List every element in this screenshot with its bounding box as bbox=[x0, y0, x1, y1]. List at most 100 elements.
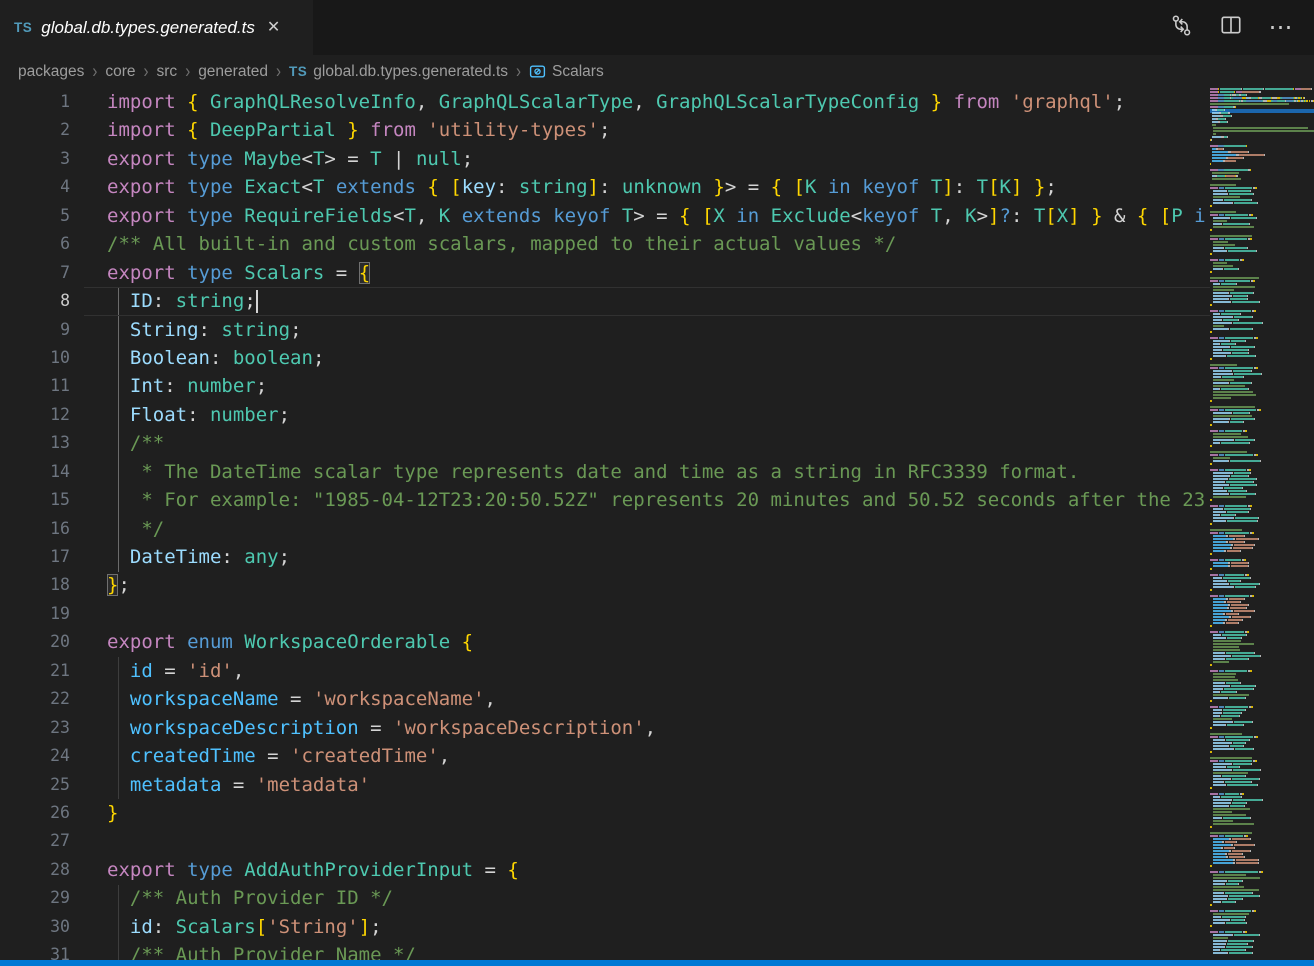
open-changes-button[interactable] bbox=[1168, 15, 1194, 41]
breadcrumb-item-core[interactable]: core bbox=[105, 63, 135, 81]
split-editor-button[interactable] bbox=[1218, 15, 1244, 41]
code-line[interactable]: 17 DateTime: any; bbox=[0, 543, 1210, 571]
code-text: id = 'id', bbox=[70, 657, 244, 685]
line-number: 8 bbox=[0, 287, 70, 315]
code-line[interactable]: 25 metadata = 'metadata' bbox=[0, 771, 1210, 799]
code-line[interactable]: 20export enum WorkspaceOrderable { bbox=[0, 628, 1210, 656]
code-text: /** bbox=[70, 429, 164, 457]
code-text: Float: number; bbox=[70, 401, 290, 429]
code-text: export type Maybe<T> = T | null; bbox=[70, 145, 473, 173]
tab-global-db-types-generated[interactable]: TS global.db.types.generated.ts ✕ bbox=[0, 0, 313, 55]
line-number: 21 bbox=[0, 657, 70, 685]
tab-bar: TS global.db.types.generated.ts ✕ bbox=[0, 0, 1314, 55]
code-text: */ bbox=[70, 515, 164, 543]
breadcrumb-item-global-db-types-generated-ts[interactable]: TSglobal.db.types.generated.ts bbox=[289, 63, 508, 81]
code-line[interactable]: 19 bbox=[0, 600, 1210, 628]
code-line[interactable]: 10 Boolean: boolean; bbox=[0, 344, 1210, 372]
code-line[interactable]: 8 ID: string; bbox=[0, 287, 1210, 315]
code-line[interactable]: 31 /** Auth Provider Name */ bbox=[0, 941, 1210, 960]
breadcrumb-label: packages bbox=[18, 63, 84, 81]
code-line[interactable]: 18}; bbox=[0, 571, 1210, 599]
code-line[interactable]: 30 id: Scalars['String']; bbox=[0, 913, 1210, 941]
code-line[interactable]: 29 /** Auth Provider ID */ bbox=[0, 884, 1210, 912]
minimap[interactable] bbox=[1210, 88, 1314, 960]
code-text: /** Auth Provider Name */ bbox=[70, 941, 416, 960]
breadcrumb-item-src[interactable]: src bbox=[157, 63, 178, 81]
vscode-window: { "tabbar": { "tabs": [ { "icon": "TS", … bbox=[0, 0, 1314, 966]
code-text: ID: string; bbox=[70, 287, 256, 315]
code-text: metadata = 'metadata' bbox=[70, 771, 370, 799]
breadcrumb-label: Scalars bbox=[552, 63, 604, 81]
chevron-right-icon: › bbox=[144, 60, 149, 82]
line-number: 17 bbox=[0, 543, 70, 571]
line-number: 1 bbox=[0, 88, 70, 116]
open-changes-icon bbox=[1169, 13, 1194, 43]
tab-title: global.db.types.generated.ts bbox=[41, 18, 255, 38]
code-text: workspaceName = 'workspaceName', bbox=[70, 685, 496, 713]
line-number: 16 bbox=[0, 515, 70, 543]
line-number: 30 bbox=[0, 913, 70, 941]
line-number: 24 bbox=[0, 742, 70, 770]
breadcrumb-label: src bbox=[157, 63, 178, 81]
code-text: export type RequireFields<T, K extends k… bbox=[70, 202, 1206, 230]
breadcrumb-item-scalars[interactable]: Scalars bbox=[529, 63, 604, 81]
chevron-right-icon: › bbox=[92, 60, 97, 82]
code-line[interactable]: 4export type Exact<T extends { [key: str… bbox=[0, 173, 1210, 201]
code-line[interactable]: 3export type Maybe<T> = T | null; bbox=[0, 145, 1210, 173]
code-text: createdTime = 'createdTime', bbox=[70, 742, 450, 770]
breadcrumb-label: core bbox=[105, 63, 135, 81]
statusbar-strip bbox=[0, 960, 1314, 966]
code-line[interactable]: 13 /** bbox=[0, 429, 1210, 457]
code-line[interactable]: 12 Float: number; bbox=[0, 401, 1210, 429]
code-text: export type Exact<T extends { [key: stri… bbox=[70, 173, 1057, 201]
more-actions-button[interactable]: ⋯ bbox=[1268, 15, 1294, 41]
code-line[interactable]: 24 createdTime = 'createdTime', bbox=[0, 742, 1210, 770]
line-number: 10 bbox=[0, 344, 70, 372]
line-number: 9 bbox=[0, 316, 70, 344]
line-number: 20 bbox=[0, 628, 70, 656]
code-line[interactable]: 1import { GraphQLResolveInfo, GraphQLSca… bbox=[0, 88, 1210, 116]
code-line[interactable]: 28export type AddAuthProviderInput = { bbox=[0, 856, 1210, 884]
line-number: 27 bbox=[0, 827, 70, 855]
code-line[interactable]: 14 * The DateTime scalar type represents… bbox=[0, 458, 1210, 486]
code-line[interactable]: 6/** All built-in and custom scalars, ma… bbox=[0, 230, 1210, 258]
line-number: 3 bbox=[0, 145, 70, 173]
breadcrumb-item-generated[interactable]: generated bbox=[198, 63, 268, 81]
line-number: 23 bbox=[0, 714, 70, 742]
code-text: /** All built-in and custom scalars, map… bbox=[70, 230, 896, 258]
breadcrumb-item-packages[interactable]: packages bbox=[18, 63, 84, 81]
line-number: 7 bbox=[0, 259, 70, 287]
code-line[interactable]: 15 * For example: "1985-04-12T23:20:50.5… bbox=[0, 486, 1210, 514]
code-text: export type Scalars = { bbox=[70, 259, 370, 287]
code-text: import { GraphQLResolveInfo, GraphQLScal… bbox=[70, 88, 1125, 116]
code-line[interactable]: 9 String: string; bbox=[0, 316, 1210, 344]
code-editor[interactable]: 1import { GraphQLResolveInfo, GraphQLSca… bbox=[0, 88, 1210, 960]
code-line[interactable]: 23 workspaceDescription = 'workspaceDesc… bbox=[0, 714, 1210, 742]
line-number: 15 bbox=[0, 486, 70, 514]
code-text: workspaceDescription = 'workspaceDescrip… bbox=[70, 714, 656, 742]
typescript-file-icon: TS bbox=[14, 20, 32, 35]
line-number: 22 bbox=[0, 685, 70, 713]
line-number: 28 bbox=[0, 856, 70, 884]
code-line[interactable]: 26} bbox=[0, 799, 1210, 827]
code-text: * For example: "1985-04-12T23:20:50.52Z"… bbox=[70, 486, 1205, 514]
line-number: 26 bbox=[0, 799, 70, 827]
code-line[interactable]: 22 workspaceName = 'workspaceName', bbox=[0, 685, 1210, 713]
code-line[interactable]: 2import { DeepPartial } from 'utility-ty… bbox=[0, 116, 1210, 144]
line-number: 25 bbox=[0, 771, 70, 799]
line-number: 13 bbox=[0, 429, 70, 457]
line-number: 31 bbox=[0, 941, 70, 960]
chevron-right-icon: › bbox=[516, 60, 521, 82]
editor-actions: ⋯ bbox=[1168, 0, 1314, 55]
code-line[interactable]: 27 bbox=[0, 827, 1210, 855]
code-line[interactable]: 16 */ bbox=[0, 515, 1210, 543]
code-line[interactable]: 7export type Scalars = { bbox=[0, 259, 1210, 287]
code-line[interactable]: 21 id = 'id', bbox=[0, 657, 1210, 685]
close-icon[interactable]: ✕ bbox=[267, 20, 280, 36]
line-number: 18 bbox=[0, 571, 70, 599]
line-number: 19 bbox=[0, 600, 70, 628]
code-text: DateTime: any; bbox=[70, 543, 290, 571]
code-line[interactable]: 5export type RequireFields<T, K extends … bbox=[0, 202, 1210, 230]
code-line[interactable]: 11 Int: number; bbox=[0, 372, 1210, 400]
code-text: /** Auth Provider ID */ bbox=[70, 884, 393, 912]
